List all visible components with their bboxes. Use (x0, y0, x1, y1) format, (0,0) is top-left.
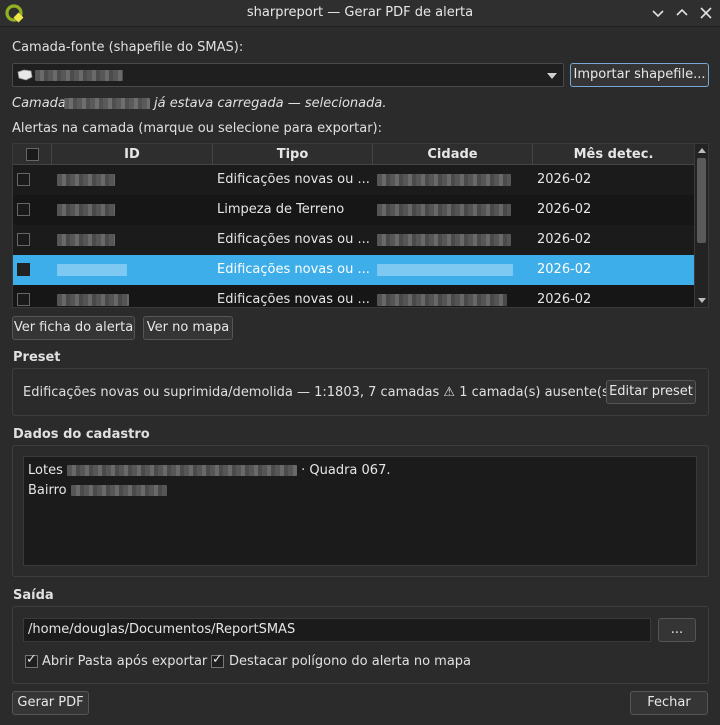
select-all-header[interactable] (13, 144, 52, 165)
redacted-lotes (66, 465, 297, 476)
redacted-bairro (70, 485, 167, 496)
table-row[interactable]: Limpeza de Terreno 2026-02 (13, 195, 695, 225)
redacted-id (57, 234, 115, 246)
redacted-cidade (377, 204, 511, 216)
close-window-button[interactable] (695, 3, 717, 23)
cell-tipo: Edificações novas ou ... (217, 172, 369, 187)
output-path-input[interactable]: /home/douglas/Documentos/ReportSMAS (23, 618, 651, 642)
cell-mes: 2026-02 (537, 262, 592, 277)
column-header-cidade[interactable]: Cidade (373, 144, 533, 165)
table-row-selected[interactable]: Edificações novas ou ... 2026-02 (13, 255, 695, 285)
cell-tipo: Limpeza de Terreno (217, 202, 345, 217)
cell-mes: 2026-02 (537, 292, 592, 307)
table-scrollbar[interactable] (694, 144, 708, 307)
row-checkbox[interactable] (17, 233, 30, 246)
column-header-id[interactable]: ID (52, 144, 213, 165)
redacted-id (57, 264, 127, 276)
polygon-layer-icon (17, 69, 33, 81)
redacted-id (57, 204, 115, 216)
cadastro-bairro-prefix: Bairro (28, 483, 67, 498)
redacted-cidade (377, 294, 507, 306)
column-header-mes[interactable]: Mês detec. (533, 144, 695, 165)
maximize-button[interactable] (671, 3, 693, 23)
scrollbar-thumb[interactable] (697, 158, 706, 243)
cadastro-title: Dados do cadastro (13, 427, 150, 442)
open-folder-checkbox[interactable] (25, 652, 38, 668)
select-all-checkbox[interactable] (26, 148, 39, 161)
alerts-label: Alertas na camada (marque ou selecione p… (12, 121, 383, 136)
open-folder-label: Abrir Pasta após exportar (42, 654, 208, 669)
source-layer-label: Camada-fonte (shapefile do SMAS): (12, 40, 244, 55)
redacted-status-layer (64, 98, 150, 109)
view-alert-sheet-button[interactable]: Ver ficha do alerta (12, 316, 135, 340)
cell-tipo: Edificações novas ou ... (217, 292, 369, 307)
view-on-map-button[interactable]: Ver no mapa (143, 316, 233, 340)
row-checkbox[interactable] (17, 173, 30, 186)
table-row[interactable]: Edificações novas ou ... 2026-02 (13, 165, 695, 195)
cell-mes: 2026-02 (537, 172, 592, 187)
table-row[interactable]: Edificações novas ou ... 2026-02 (13, 285, 695, 307)
layer-status-suffix: já estava carregada — selecionada. (154, 96, 387, 111)
row-checkbox[interactable] (17, 293, 30, 306)
dropdown-arrow-icon (547, 73, 557, 79)
redacted-id (57, 294, 129, 306)
cell-tipo: Edificações novas ou ... (217, 232, 369, 247)
alerts-table[interactable]: ID Tipo Cidade Mês detec. Edificações no… (12, 143, 709, 308)
chevron-up-icon (676, 8, 688, 16)
scroll-up-icon[interactable] (698, 148, 706, 153)
preset-summary: Edificações novas ou suprimida/demolida … (23, 385, 614, 400)
cadastro-lotes-prefix: Lotes (28, 463, 63, 478)
title-bar: sharpreport — Gerar PDF de alerta (0, 0, 720, 27)
highlight-polygon-checkbox[interactable] (211, 652, 224, 668)
browse-folder-button[interactable]: ... (658, 618, 696, 642)
cadastro-line-lotes: Lotes · Quadra 067. (28, 461, 692, 481)
chevron-down-icon (652, 10, 664, 18)
column-header-tipo[interactable]: Tipo (213, 144, 373, 165)
cell-mes: 2026-02 (537, 232, 592, 247)
scroll-down-icon[interactable] (698, 298, 706, 303)
close-icon (700, 7, 712, 19)
redacted-layer-name (35, 70, 123, 81)
window-title: sharpreport — Gerar PDF de alerta (246, 5, 474, 20)
generate-pdf-button[interactable]: Gerar PDF (12, 691, 89, 715)
cadastro-line-bairro: Bairro (28, 481, 692, 501)
source-layer-combo[interactable] (12, 63, 564, 87)
layer-status-prefix: Camada (12, 96, 66, 111)
table-header: ID Tipo Cidade Mês detec. (13, 144, 695, 165)
cell-mes: 2026-02 (537, 202, 592, 217)
edit-preset-button[interactable]: Editar preset (606, 380, 696, 404)
redacted-cidade (377, 264, 513, 276)
cadastro-quadra: · Quadra 067. (301, 463, 391, 478)
minimize-button[interactable] (647, 3, 669, 23)
row-checkbox[interactable] (17, 263, 30, 276)
close-button[interactable]: Fechar (630, 691, 708, 715)
highlight-polygon-label: Destacar polígono do alerta no mapa (229, 654, 472, 669)
redacted-cidade (377, 174, 511, 186)
redacted-id (57, 174, 115, 186)
cell-tipo: Edificações novas ou ... (217, 262, 369, 277)
row-checkbox[interactable] (17, 203, 30, 216)
table-row[interactable]: Edificações novas ou ... 2026-02 (13, 225, 695, 255)
cadastro-textarea[interactable]: Lotes · Quadra 067. Bairro (23, 456, 697, 566)
import-shapefile-button[interactable]: Importar shapefile... (570, 63, 709, 87)
output-title: Saída (13, 588, 54, 603)
preset-title: Preset (13, 350, 61, 365)
redacted-cidade (377, 234, 511, 246)
